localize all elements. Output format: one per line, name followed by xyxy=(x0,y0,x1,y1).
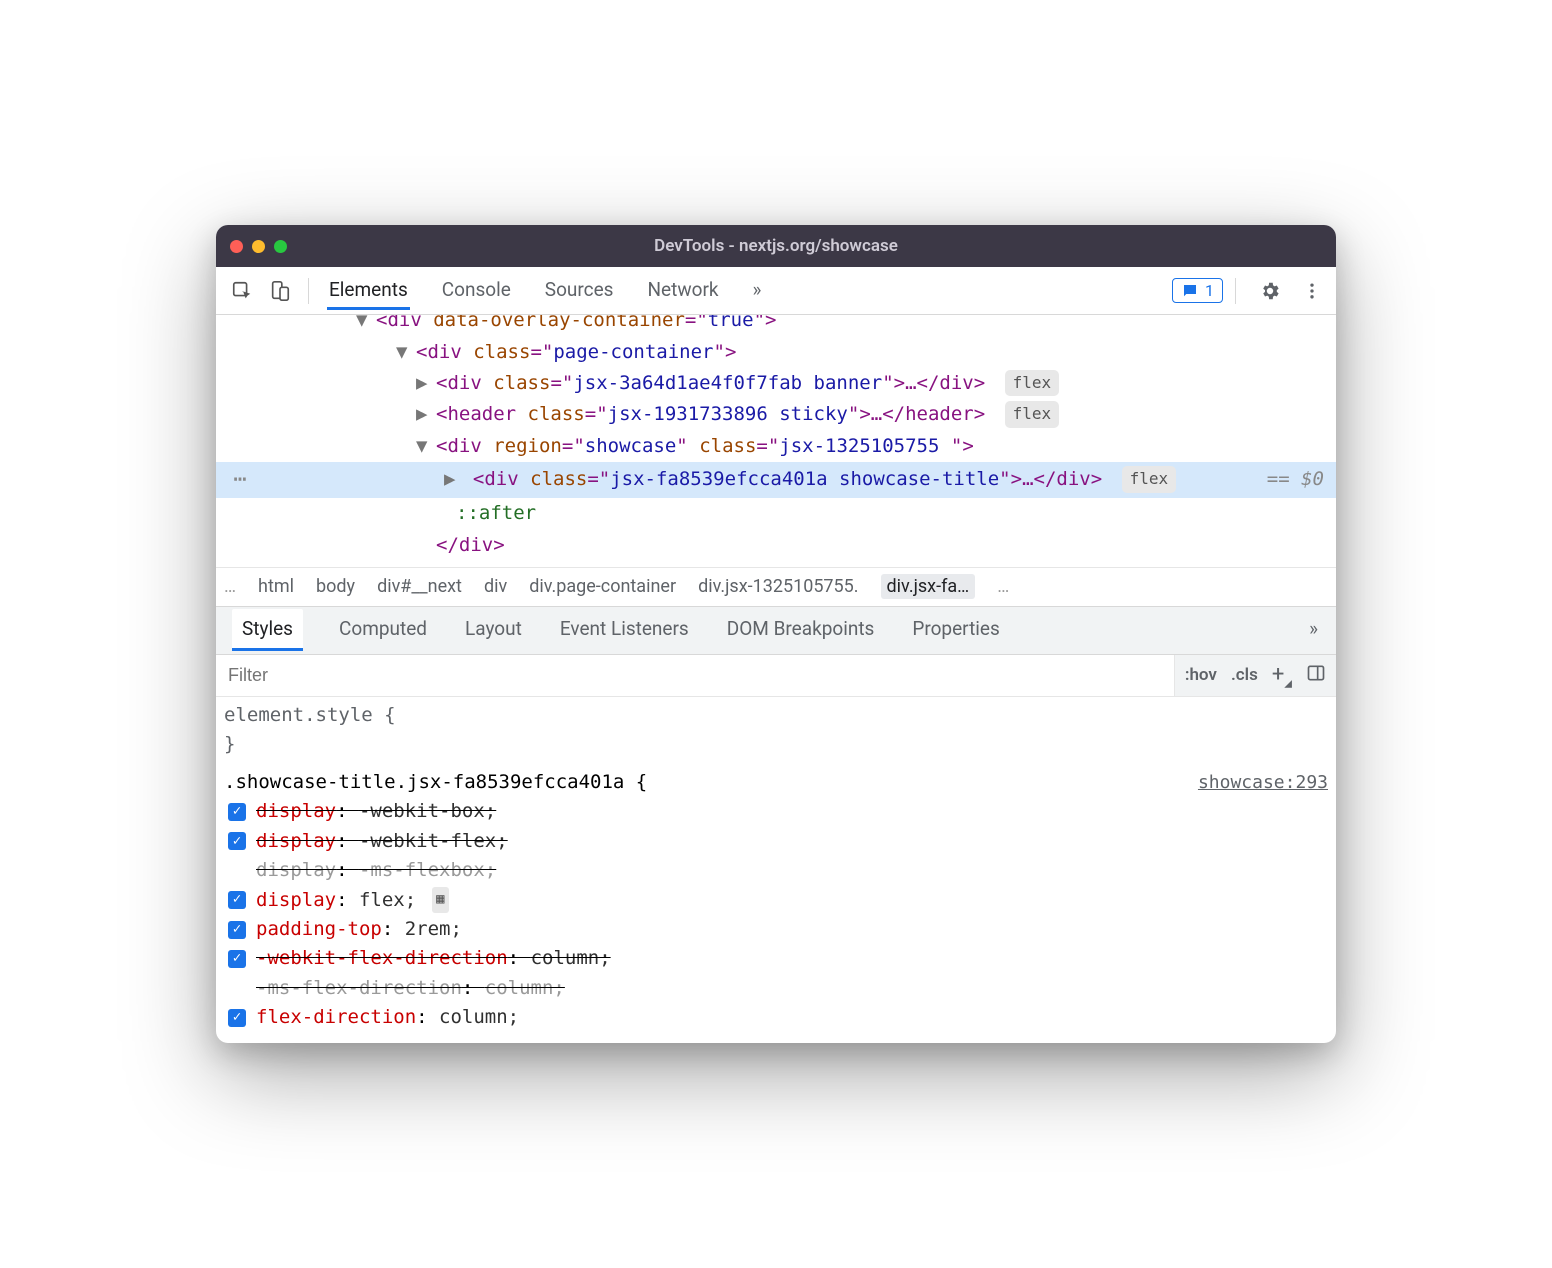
tab-event-listeners[interactable]: Event Listeners xyxy=(558,609,691,651)
dom-node[interactable]: ▼ <div data-overlay-container="true"> xyxy=(216,315,1336,336)
breadcrumb-item[interactable]: div#__next xyxy=(377,576,462,597)
dom-node[interactable]: ▼ <div class="page-container"> xyxy=(216,337,1336,368)
declaration-toggle[interactable]: ✓ xyxy=(228,1009,246,1027)
hov-toggle[interactable]: :hov xyxy=(1185,665,1217,685)
breadcrumb-item[interactable]: html xyxy=(258,576,294,597)
css-declaration[interactable]: display: -ms-flexbox; xyxy=(224,856,1328,885)
declaration-toggle[interactable]: ✓ xyxy=(228,803,246,821)
flex-badge[interactable]: flex xyxy=(1005,370,1060,396)
tab-properties[interactable]: Properties xyxy=(910,609,1001,651)
flex-badge[interactable]: flex xyxy=(1122,466,1177,492)
dom-node-selected[interactable]: ⋯ ▶ <div class="jsx-fa8539efcca401a show… xyxy=(216,462,1336,498)
dom-tree[interactable]: ▼ <div data-overlay-container="true"> ▼ … xyxy=(216,315,1336,567)
flex-editor-icon[interactable]: ▦ xyxy=(432,887,448,913)
css-declaration[interactable]: -ms-flex-direction: column; xyxy=(224,974,1328,1003)
main-toolbar: Elements Console Sources Network » 1 xyxy=(216,267,1336,315)
styles-filter-input[interactable] xyxy=(216,665,1174,686)
ellipsis-icon[interactable]: ⋯ xyxy=(216,462,264,498)
breadcrumb-item[interactable]: div xyxy=(484,576,507,597)
tab-elements[interactable]: Elements xyxy=(327,272,410,310)
tab-sources[interactable]: Sources xyxy=(543,272,616,310)
styles-filter-tools: :hov .cls +◢ xyxy=(1174,655,1336,696)
device-toolbar-icon[interactable] xyxy=(264,275,296,307)
breadcrumb-overflow[interactable]: … xyxy=(224,576,236,597)
dom-breadcrumb: … html body div#__next div div.page-cont… xyxy=(216,567,1336,607)
declaration-toggle[interactable]: ✓ xyxy=(228,921,246,939)
tab-network[interactable]: Network xyxy=(645,272,720,310)
element-style-selector[interactable]: element.style { xyxy=(224,701,1328,730)
cls-toggle[interactable]: .cls xyxy=(1231,665,1258,685)
minimize-window-button[interactable] xyxy=(252,240,265,253)
issues-count: 1 xyxy=(1205,281,1214,300)
flex-badge[interactable]: flex xyxy=(1005,401,1060,427)
dom-node[interactable]: ▶ <div class="jsx-3a64d1ae4f0f7fab banne… xyxy=(216,368,1336,399)
tab-console[interactable]: Console xyxy=(440,272,513,310)
declaration-toggle[interactable]: ✓ xyxy=(228,950,246,968)
settings-icon[interactable] xyxy=(1256,277,1284,305)
main-tabs: Elements Console Sources Network » xyxy=(321,272,1166,310)
close-window-button[interactable] xyxy=(230,240,243,253)
tab-computed[interactable]: Computed xyxy=(337,609,429,651)
css-declaration[interactable]: ✓ display: -webkit-box; xyxy=(224,797,1328,826)
breadcrumb-item-active[interactable]: div.jsx-fa… xyxy=(881,574,976,599)
titlebar: DevTools - nextjs.org/showcase xyxy=(216,225,1336,267)
css-declaration[interactable]: ✓ padding-top: 2rem; xyxy=(224,915,1328,944)
breadcrumb-item[interactable]: div.jsx-1325105755. xyxy=(698,576,858,597)
css-declaration[interactable]: ✓ display: flex; ▦ xyxy=(224,886,1328,915)
tab-dom-breakpoints[interactable]: DOM Breakpoints xyxy=(725,609,877,651)
toolbar-divider xyxy=(1235,278,1236,304)
new-style-rule-icon[interactable]: +◢ xyxy=(1272,662,1292,689)
dom-pseudo[interactable]: ::after xyxy=(216,498,1336,529)
computed-sidebar-toggle-icon[interactable] xyxy=(1306,663,1326,688)
styles-rules: element.style { } .showcase-title.jsx-fa… xyxy=(216,697,1336,1043)
rule-source-link[interactable]: showcase:293 xyxy=(1198,769,1328,797)
element-style-close: } xyxy=(224,730,1328,759)
breadcrumb-item[interactable]: div.page-container xyxy=(529,576,676,597)
css-declaration[interactable]: ✓ flex-direction: column; xyxy=(224,1003,1328,1032)
tab-styles[interactable]: Styles xyxy=(232,609,303,651)
breadcrumb-item[interactable]: body xyxy=(316,576,355,597)
dom-node[interactable]: ▼ <div region="showcase" class="jsx-1325… xyxy=(216,431,1336,462)
dom-close-tag[interactable]: </div> xyxy=(216,530,1336,561)
dollar-zero-label: == $0 xyxy=(1267,464,1324,495)
styles-tabs-overflow-icon[interactable]: » xyxy=(1307,609,1320,651)
styles-filter-bar: :hov .cls +◢ xyxy=(216,655,1336,697)
rule-header: .showcase-title.jsx-fa8539efcca401a { sh… xyxy=(224,768,1328,797)
inspect-element-icon[interactable] xyxy=(226,275,258,307)
toolbar-divider xyxy=(308,278,309,304)
breadcrumb-overflow[interactable]: … xyxy=(997,576,1009,597)
tabs-overflow-icon[interactable]: » xyxy=(751,272,764,310)
dom-node[interactable]: ▶ <header class="jsx-1931733896 sticky">… xyxy=(216,399,1336,430)
issues-badge[interactable]: 1 xyxy=(1172,278,1223,303)
rule-selector[interactable]: .showcase-title.jsx-fa8539efcca401a { xyxy=(224,768,647,797)
tab-layout[interactable]: Layout xyxy=(463,609,524,651)
window-title: DevTools - nextjs.org/showcase xyxy=(216,236,1336,256)
traffic-lights xyxy=(230,240,287,253)
devtools-window: DevTools - nextjs.org/showcase Elements … xyxy=(216,225,1336,1043)
styles-tabs: Styles Computed Layout Event Listeners D… xyxy=(216,607,1336,655)
css-declaration[interactable]: ✓ -webkit-flex-direction: column; xyxy=(224,944,1328,973)
more-menu-icon[interactable] xyxy=(1298,277,1326,305)
css-declaration[interactable]: ✓ display: -webkit-flex; xyxy=(224,827,1328,856)
maximize-window-button[interactable] xyxy=(274,240,287,253)
declaration-toggle[interactable]: ✓ xyxy=(228,832,246,850)
declaration-toggle[interactable]: ✓ xyxy=(228,891,246,909)
